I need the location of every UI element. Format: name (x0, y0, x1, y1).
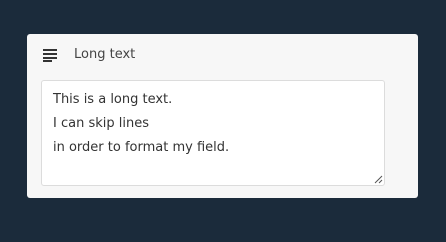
resize-handle-icon[interactable] (374, 175, 383, 184)
long-text-field-card: Long text This is a long text. I can ski… (27, 34, 418, 198)
long-text-textarea[interactable]: This is a long text. I can skip lines in… (41, 80, 385, 186)
text-lines-icon (43, 49, 57, 62)
field-label: Long text (74, 47, 136, 62)
long-text-value[interactable]: This is a long text. I can skip lines in… (53, 88, 373, 160)
field-header: Long text (43, 47, 135, 63)
